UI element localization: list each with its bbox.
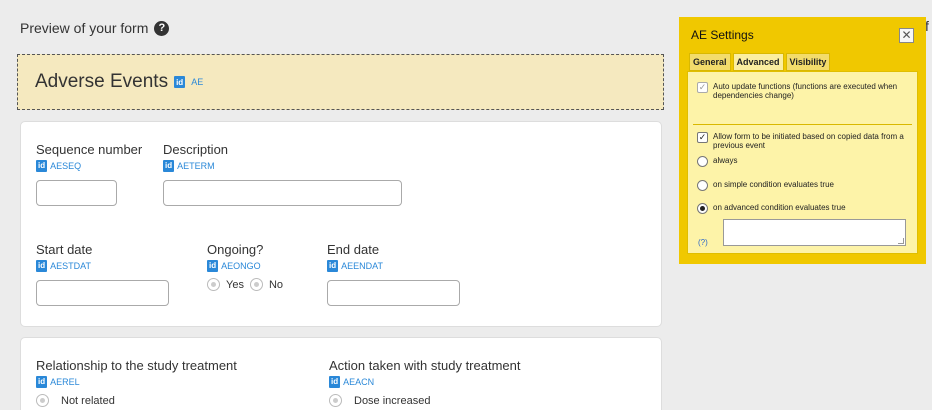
- allow-init-label: Allow form to be initiated based on copi…: [713, 132, 904, 150]
- field-code: AETERM: [177, 160, 215, 171]
- ongoing-yes-radio[interactable]: [207, 278, 220, 291]
- start-date-input[interactable]: [36, 280, 169, 306]
- form-section-card: Sequence number id AESEQ Description id AE…: [20, 121, 662, 327]
- advanced-condition-radio[interactable]: [697, 203, 708, 214]
- end-date-input[interactable]: [327, 280, 460, 306]
- description-input[interactable]: [163, 180, 402, 206]
- field-label: Relationship to the study treatment: [36, 358, 237, 373]
- dose-increased-radio[interactable]: [329, 394, 342, 407]
- radio-label: No: [268, 278, 284, 291]
- field-ongoing: Ongoing? id AEONGO Yes No: [207, 242, 283, 291]
- id-icon: id: [36, 259, 48, 272]
- id-icon: id: [163, 159, 175, 172]
- field-description: Description id AETERM: [163, 142, 402, 206]
- tab-visibility[interactable]: Visibility: [785, 53, 831, 71]
- tab-bar: General Advanced Visibility: [687, 53, 918, 71]
- simple-condition-radio[interactable]: [697, 180, 708, 191]
- sequence-number-input[interactable]: [36, 180, 117, 206]
- radio-label: Not related: [61, 394, 115, 407]
- resize-grip-icon[interactable]: [898, 238, 904, 244]
- form-code: AE: [191, 77, 204, 87]
- field-code: AESEQ: [50, 160, 82, 171]
- settings-panel: AE Settings ✕ General Advanced Visibilit…: [679, 17, 926, 264]
- always-label: always: [713, 156, 738, 165]
- close-icon[interactable]: ✕: [899, 27, 914, 43]
- field-code: AEENDAT: [341, 260, 383, 271]
- help-icon[interactable]: ?: [154, 20, 170, 36]
- advanced-condition-label: on advanced condition evaluates true: [713, 203, 846, 212]
- ongoing-no-radio[interactable]: [249, 278, 263, 291]
- field-action-taken: Action taken with study treatment id AEAC…: [329, 358, 520, 407]
- field-code: AEACN: [343, 376, 375, 387]
- form-section-card: Relationship to the study treatment id AE…: [20, 337, 662, 410]
- field-code: AESTDAT: [50, 260, 91, 271]
- field-start-date: Start date id AESTDAT: [36, 242, 169, 306]
- field-label: Description: [163, 142, 229, 157]
- auto-update-checkbox[interactable]: ✓: [697, 82, 708, 93]
- field-code: AEREL: [50, 376, 80, 387]
- preview-header: Preview of your form ?: [20, 20, 170, 36]
- field-label: Action taken with study treatment: [329, 358, 521, 373]
- radio-label: Yes: [226, 278, 244, 291]
- field-end-date: End date id AEENDAT: [327, 242, 460, 306]
- field-label: Start date: [36, 242, 93, 257]
- panel-body: ✓ Auto update functions (functions are e…: [687, 71, 918, 254]
- allow-init-checkbox[interactable]: ✓: [697, 132, 708, 143]
- help-link[interactable]: (?): [698, 238, 708, 247]
- panel-title: AE Settings: [691, 28, 754, 42]
- field-relationship: Relationship to the study treatment id AE…: [36, 358, 237, 407]
- radio-label: Dose increased: [354, 394, 431, 407]
- form-title: Adverse Events: [35, 71, 169, 92]
- field-label: Ongoing?: [207, 242, 264, 257]
- id-icon: id: [329, 375, 341, 388]
- simple-condition-label: on simple condition evaluates true: [713, 180, 834, 189]
- condition-textarea[interactable]: [723, 219, 906, 246]
- tab-advanced[interactable]: Advanced: [732, 53, 784, 71]
- auto-update-label: Auto update functions (functions are exe…: [713, 82, 898, 100]
- field-code: AEONGO: [221, 260, 261, 271]
- id-icon: id: [174, 76, 186, 88]
- field-label: Sequence number: [36, 142, 143, 157]
- always-radio[interactable]: [697, 156, 708, 167]
- preview-title: Preview of your form: [20, 20, 149, 36]
- tab-general[interactable]: General: [689, 53, 731, 71]
- id-icon: id: [36, 375, 48, 388]
- divider: [693, 124, 912, 125]
- field-label: End date: [327, 242, 380, 257]
- id-icon: id: [36, 159, 48, 172]
- not-related-radio[interactable]: [36, 394, 49, 407]
- id-icon: id: [327, 259, 339, 272]
- id-icon: id: [207, 259, 219, 272]
- field-sequence-number: Sequence number id AESEQ: [36, 142, 142, 206]
- form-header[interactable]: Adverse Events id AE: [17, 54, 664, 110]
